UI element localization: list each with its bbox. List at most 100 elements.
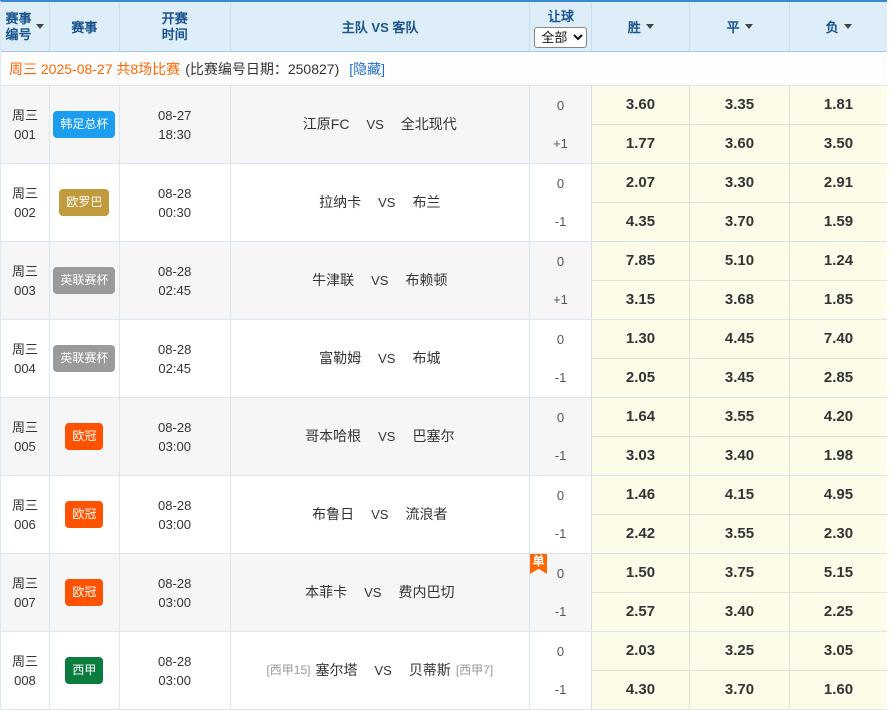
match-date: 08-28	[158, 652, 191, 671]
header-handicap-label: 让球	[548, 6, 574, 25]
odds-lose-cell[interactable]: 1.98	[790, 437, 887, 476]
odds-lose-cell[interactable]: 1.85	[790, 281, 887, 320]
odds-draw-cell[interactable]: 3.40	[690, 593, 790, 632]
odds-win-cell[interactable]: 7.85	[592, 242, 690, 281]
odds-lose-cell[interactable]: 2.85	[790, 359, 887, 398]
odds-draw-cell[interactable]: 3.68	[690, 281, 790, 320]
odds-lose-cell[interactable]: 3.50	[790, 125, 887, 164]
odds-win-cell[interactable]: 4.35	[592, 203, 690, 242]
odds-draw-cell[interactable]: 3.35	[690, 86, 790, 125]
match-number: 003	[14, 281, 36, 300]
match-date: 08-27	[158, 106, 191, 125]
odds-win-cell[interactable]: 3.60	[592, 86, 690, 125]
league-badge: 韩足总杯	[53, 111, 115, 138]
chevron-down-icon[interactable]	[646, 24, 654, 29]
handicap-value: 0	[557, 566, 564, 581]
odds-area: 0 3.60 3.35 1.81 +1 1.77 3.60 3.50	[530, 86, 887, 163]
handicap-cell: -1	[530, 671, 592, 710]
odds-lose-cell[interactable]: 1.24	[790, 242, 887, 281]
odds-lose-cell[interactable]: 2.25	[790, 593, 887, 632]
odds-win-cell[interactable]: 1.64	[592, 398, 690, 437]
odds-win-cell[interactable]: 1.30	[592, 320, 690, 359]
match-day: 周三	[12, 652, 38, 671]
handicap-filter-select[interactable]: 全部	[534, 27, 587, 48]
odds-win-cell[interactable]: 1.77	[592, 125, 690, 164]
chevron-down-icon[interactable]	[745, 24, 753, 29]
odds-draw-cell[interactable]: 3.75	[690, 554, 790, 593]
date-note: (比赛编号日期：250827)	[185, 59, 339, 79]
handicap-cell: -1	[530, 515, 592, 554]
match-row: 周三 003 英联赛杯 08-28 02:45 牛津联 VS 布赖顿 0 7.8…	[1, 242, 887, 320]
odds-line: -1 4.35 3.70 1.59	[530, 203, 887, 242]
match-teams: 本菲卡 VS 费内巴切	[231, 554, 530, 631]
odds-win-cell[interactable]: 3.15	[592, 281, 690, 320]
hide-link[interactable]: [隐藏]	[349, 59, 385, 79]
odds-win-cell[interactable]: 1.50	[592, 554, 690, 593]
odds-draw-cell[interactable]: 3.55	[690, 398, 790, 437]
odds-draw-cell[interactable]: 3.30	[690, 164, 790, 203]
odds-lose-cell[interactable]: 3.05	[790, 632, 887, 671]
chevron-down-icon[interactable]	[844, 24, 852, 29]
header-lose[interactable]: 负	[790, 2, 887, 51]
odds-lose-cell[interactable]: 2.30	[790, 515, 887, 554]
handicap-value: -1	[555, 526, 567, 541]
match-time: 08-28 03:00	[120, 398, 231, 475]
away-team: 布城	[412, 349, 440, 368]
odds-win-cell[interactable]: 2.07	[592, 164, 690, 203]
odds-draw-cell[interactable]: 3.60	[690, 125, 790, 164]
match-teams: 牛津联 VS 布赖顿	[231, 242, 530, 319]
home-team: 本菲卡	[305, 583, 347, 602]
handicap-cell: 0	[530, 320, 592, 359]
handicap-value: +1	[553, 136, 568, 151]
odds-draw-cell[interactable]: 3.45	[690, 359, 790, 398]
odds-draw-cell[interactable]: 4.15	[690, 476, 790, 515]
home-rank-tag: [西甲15]	[266, 661, 310, 680]
chevron-down-icon[interactable]	[36, 24, 44, 29]
match-time: 08-28 03:00	[120, 476, 231, 553]
odds-draw-cell[interactable]: 5.10	[690, 242, 790, 281]
match-number: 007	[14, 593, 36, 612]
match-league: 欧冠	[50, 398, 120, 475]
odds-win-cell[interactable]: 4.30	[592, 671, 690, 710]
odds-win-cell[interactable]: 2.03	[592, 632, 690, 671]
odds-draw-cell[interactable]: 4.45	[690, 320, 790, 359]
match-teams: [西甲15] 塞尔塔 VS 贝蒂斯 [西甲7]	[231, 632, 530, 709]
odds-lose-cell[interactable]: 4.20	[790, 398, 887, 437]
odds-lose-cell[interactable]: 1.60	[790, 671, 887, 710]
vs-label: VS	[378, 193, 395, 212]
date-summary: 周三 2025-08-27 共8场比赛	[9, 59, 180, 79]
home-team: 牛津联	[312, 271, 354, 290]
odds-win-cell[interactable]: 2.57	[592, 593, 690, 632]
header-match-id[interactable]: 赛事 编号	[1, 2, 50, 51]
odds-lose-cell[interactable]: 4.95	[790, 476, 887, 515]
odds-win-cell[interactable]: 2.05	[592, 359, 690, 398]
odds-lose-cell[interactable]: 1.59	[790, 203, 887, 242]
header-win[interactable]: 胜	[592, 2, 690, 51]
header-time-line1: 开赛	[162, 11, 188, 27]
odds-lose-cell[interactable]: 2.91	[790, 164, 887, 203]
odds-lose-cell[interactable]: 5.15	[790, 554, 887, 593]
handicap-value: +1	[553, 292, 568, 307]
odds-win-cell[interactable]: 2.42	[592, 515, 690, 554]
match-id: 周三 006	[1, 476, 50, 553]
odds-table: 赛事 编号 赛事 开赛 时间 主队 VS 客队 让球 全部	[0, 0, 887, 710]
handicap-value: -1	[555, 604, 567, 619]
odds-win-cell[interactable]: 1.46	[592, 476, 690, 515]
odds-win-cell[interactable]: 3.03	[592, 437, 690, 476]
odds-draw-cell[interactable]: 3.25	[690, 632, 790, 671]
match-teams: 布鲁日 VS 流浪者	[231, 476, 530, 553]
odds-draw-cell[interactable]: 3.70	[690, 671, 790, 710]
match-row: 周三 005 欧冠 08-28 03:00 哥本哈根 VS 巴塞尔 0 1.64…	[1, 398, 887, 476]
odds-lose-cell[interactable]: 7.40	[790, 320, 887, 359]
vs-label: VS	[364, 583, 381, 602]
match-time: 08-28 00:30	[120, 164, 231, 241]
odds-draw-cell[interactable]: 3.55	[690, 515, 790, 554]
odds-draw-cell[interactable]: 3.40	[690, 437, 790, 476]
odds-lose-cell[interactable]: 1.81	[790, 86, 887, 125]
odds-draw-cell[interactable]: 3.70	[690, 203, 790, 242]
league-badge: 英联赛杯	[53, 267, 115, 294]
header-draw[interactable]: 平	[690, 2, 790, 51]
match-day: 周三	[12, 184, 38, 203]
match-id: 周三 004	[1, 320, 50, 397]
match-time: 08-28 02:45	[120, 320, 231, 397]
